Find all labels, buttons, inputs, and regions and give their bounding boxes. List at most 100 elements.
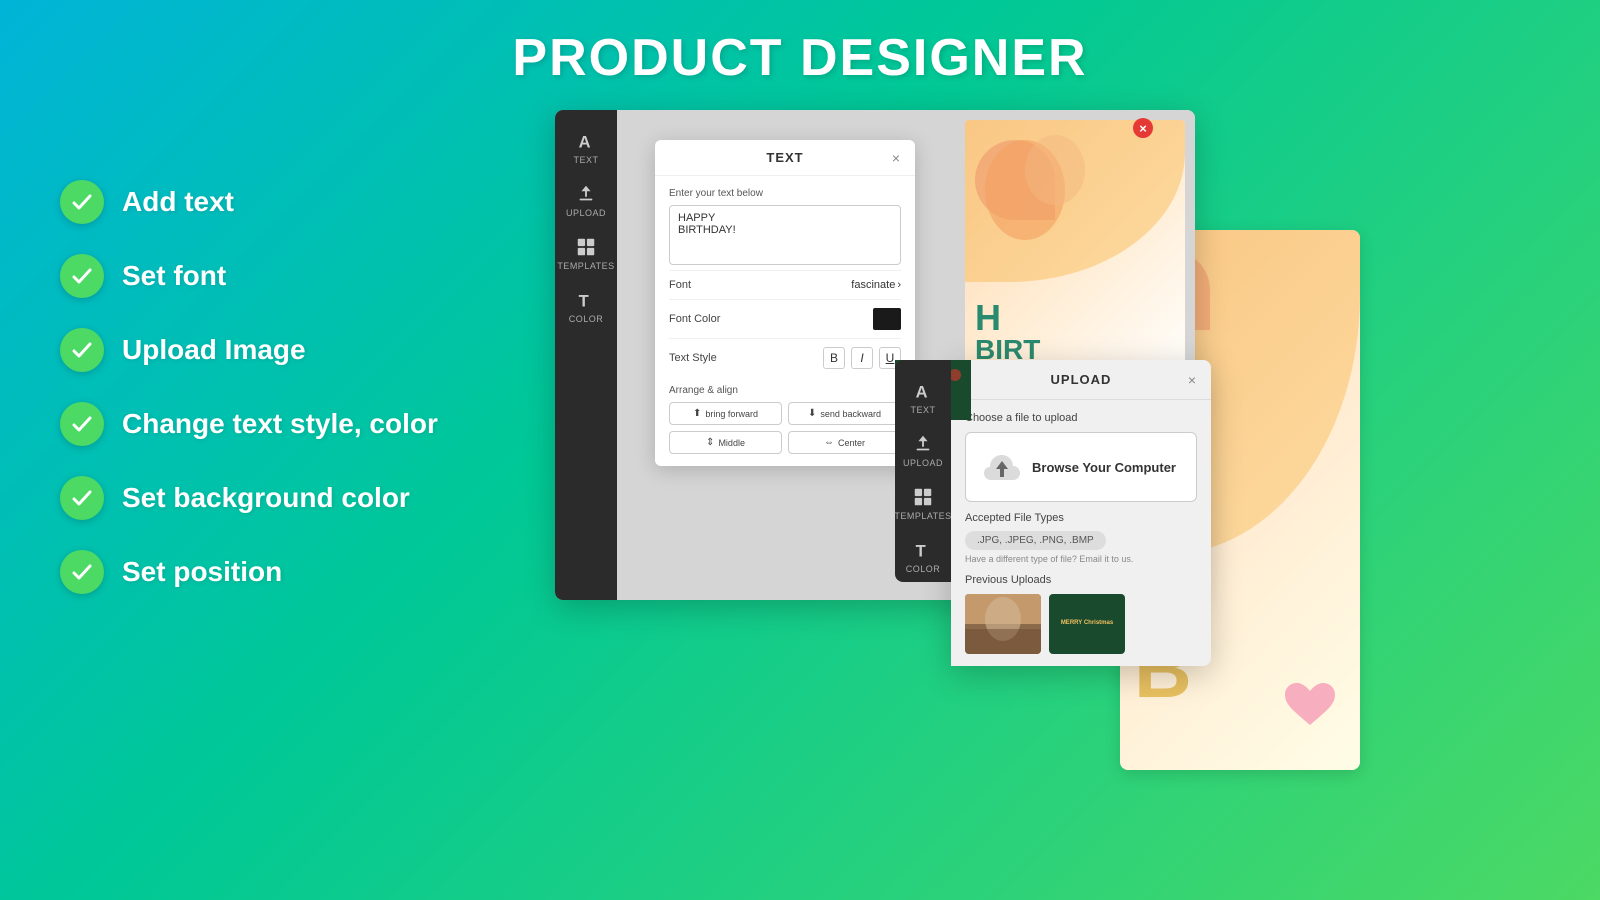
feature-label-add-text: Add text [122, 186, 234, 218]
bring-forward-icon: ⬆ [693, 408, 701, 419]
text-style-buttons: B I U [823, 347, 901, 369]
text-icon: A [575, 130, 597, 152]
upload-sidebar-color-label: COLOR [906, 564, 941, 574]
feature-item-set-font: Set font [60, 254, 438, 298]
center-button[interactable]: ⇔ Center [788, 431, 901, 454]
upload-sidebar-upload[interactable]: UPLOAD [895, 423, 951, 476]
upload-modal-close[interactable]: × [1183, 371, 1201, 389]
page-title: PRODUCT DESIGNER [0, 0, 1600, 88]
upload-drop-area[interactable]: Browse Your Computer [965, 432, 1197, 502]
bring-forward-button[interactable]: ⬆ bring forward [669, 402, 782, 425]
prev-upload-christmas[interactable]: MERRY Christmas MERRY Christmas [1049, 594, 1125, 654]
sidebar-item-upload[interactable]: UPLOAD [555, 173, 617, 226]
upload-sidebar-templates-label: TEMPLATES [894, 511, 951, 521]
feature-list: Add text Set font Upload Image Change [60, 180, 438, 594]
text-style-row: Text Style B I U [669, 338, 901, 377]
upload-icon [575, 183, 597, 205]
checkmark-icon [70, 190, 94, 214]
italic-button[interactable]: I [851, 347, 873, 369]
heart-icon [1280, 680, 1340, 730]
upload-sidebar: A TEXT UPLOAD TEMPLATES T COLOR [895, 360, 951, 582]
feature-label-set-font: Set font [122, 260, 226, 292]
check-circle-upload-image [60, 328, 104, 372]
bold-button[interactable]: B [823, 347, 845, 369]
accepted-types-badge: .JPG, .JPEG, .PNG, .BMP [965, 531, 1106, 550]
middle-icon: ⇕ [706, 437, 714, 448]
designer-sidebar: A TEXT UPLOAD TEMPLATES T COLOR [555, 110, 617, 600]
font-color-label: Font Color [669, 313, 720, 325]
upload-sidebar-color[interactable]: T COLOR [895, 529, 951, 582]
card-decorations [975, 130, 1105, 250]
font-color-swatch[interactable] [873, 308, 901, 330]
previous-uploads-label: Previous Uploads [965, 574, 1197, 586]
templates-icon [575, 236, 597, 258]
delete-button[interactable]: × [1133, 118, 1153, 138]
upload-sidebar-text[interactable]: A TEXT [895, 370, 951, 423]
checkmark-icon [70, 486, 94, 510]
font-row: Font fascinate › [669, 270, 901, 299]
christmas-card-text: MERRY Christmas [1061, 620, 1113, 628]
checkmark-icon [70, 264, 94, 288]
card-deco-svg [975, 130, 1105, 250]
text-modal-title: TEXT [766, 150, 803, 165]
arrange-grid: ⬆ bring forward ⬇ send backward ⇕ Middle… [669, 402, 901, 454]
send-backward-button[interactable]: ⬇ send backward [788, 402, 901, 425]
chevron-right-icon: › [897, 279, 901, 291]
previous-uploads-grid: MERRY Christmas MERRY Christmas [965, 594, 1197, 654]
checkmark-icon [70, 338, 94, 362]
choose-file-label: Choose a file to upload [965, 412, 1197, 424]
feature-item-set-position: Set position [60, 550, 438, 594]
svg-text:A: A [916, 383, 928, 401]
text-style-label: Text Style [669, 352, 717, 364]
svg-text:A: A [579, 133, 591, 151]
prev-upload-wedding[interactable] [965, 594, 1041, 654]
browse-computer-label: Browse Your Computer [1032, 460, 1176, 475]
email-hint: Have a different type of file? Email it … [965, 554, 1197, 564]
upload-sidebar-templates-icon [912, 486, 934, 508]
text-modal-close[interactable]: × [887, 149, 905, 167]
arrange-label: Arrange & align [669, 385, 901, 396]
feature-item-upload-image: Upload Image [60, 328, 438, 372]
upload-modal-header: UPLOAD × [951, 360, 1211, 400]
feature-label-background-color: Set background color [122, 482, 410, 514]
sidebar-item-color[interactable]: T COLOR [555, 279, 617, 332]
feature-item-add-text: Add text [60, 180, 438, 224]
sidebar-text-label: TEXT [573, 155, 598, 165]
upload-sidebar-color-icon: T [912, 539, 934, 561]
check-circle-add-text [60, 180, 104, 224]
text-modal-header: TEXT × [655, 140, 915, 176]
sidebar-templates-label: TEMPLATES [557, 261, 614, 271]
sidebar-item-templates[interactable]: TEMPLATES [555, 226, 617, 279]
send-backward-icon: ⬇ [808, 408, 816, 419]
svg-text:T: T [579, 292, 589, 310]
upload-modal: UPLOAD × Choose a file to upload Browse … [951, 360, 1211, 666]
birthday-card-preview: H BIRT WISH Y [965, 120, 1185, 390]
checkmark-icon [70, 412, 94, 436]
feature-item-change-style: Change text style, color [60, 402, 438, 446]
text-modal: TEXT × Enter your text below HAPPY BIRTH… [655, 140, 915, 466]
checkmark-icon [70, 560, 94, 584]
sidebar-item-text[interactable]: A TEXT [555, 120, 617, 173]
upload-sidebar-text-icon: A [912, 380, 934, 402]
upload-sidebar-text-label: TEXT [910, 405, 935, 415]
font-color-row: Font Color [669, 299, 901, 338]
text-input[interactable]: HAPPY BIRTHDAY! [669, 205, 901, 265]
upload-sidebar-upload-label: UPLOAD [903, 458, 943, 468]
font-label: Font [669, 279, 691, 291]
text-modal-body: Enter your text below HAPPY BIRTHDAY! Fo… [655, 176, 915, 466]
cloud-upload-icon [982, 447, 1022, 487]
sidebar-color-label: COLOR [569, 314, 604, 324]
enter-text-label: Enter your text below [669, 188, 901, 199]
color-icon: T [575, 289, 597, 311]
feature-label-change-style: Change text style, color [122, 408, 438, 440]
wedding-thumb-svg [965, 594, 1041, 654]
sidebar-upload-label: UPLOAD [566, 208, 606, 218]
check-circle-set-font [60, 254, 104, 298]
font-value[interactable]: fascinate › [851, 279, 901, 291]
svg-text:T: T [916, 542, 926, 560]
center-icon: ⇔ [824, 437, 834, 448]
upload-sidebar-templates[interactable]: TEMPLATES [895, 476, 951, 529]
middle-button[interactable]: ⇕ Middle [669, 431, 782, 454]
upload-window-container: A TEXT UPLOAD TEMPLATES T COLOR [895, 360, 1211, 666]
accepted-types-label: Accepted File Types [965, 512, 1197, 524]
